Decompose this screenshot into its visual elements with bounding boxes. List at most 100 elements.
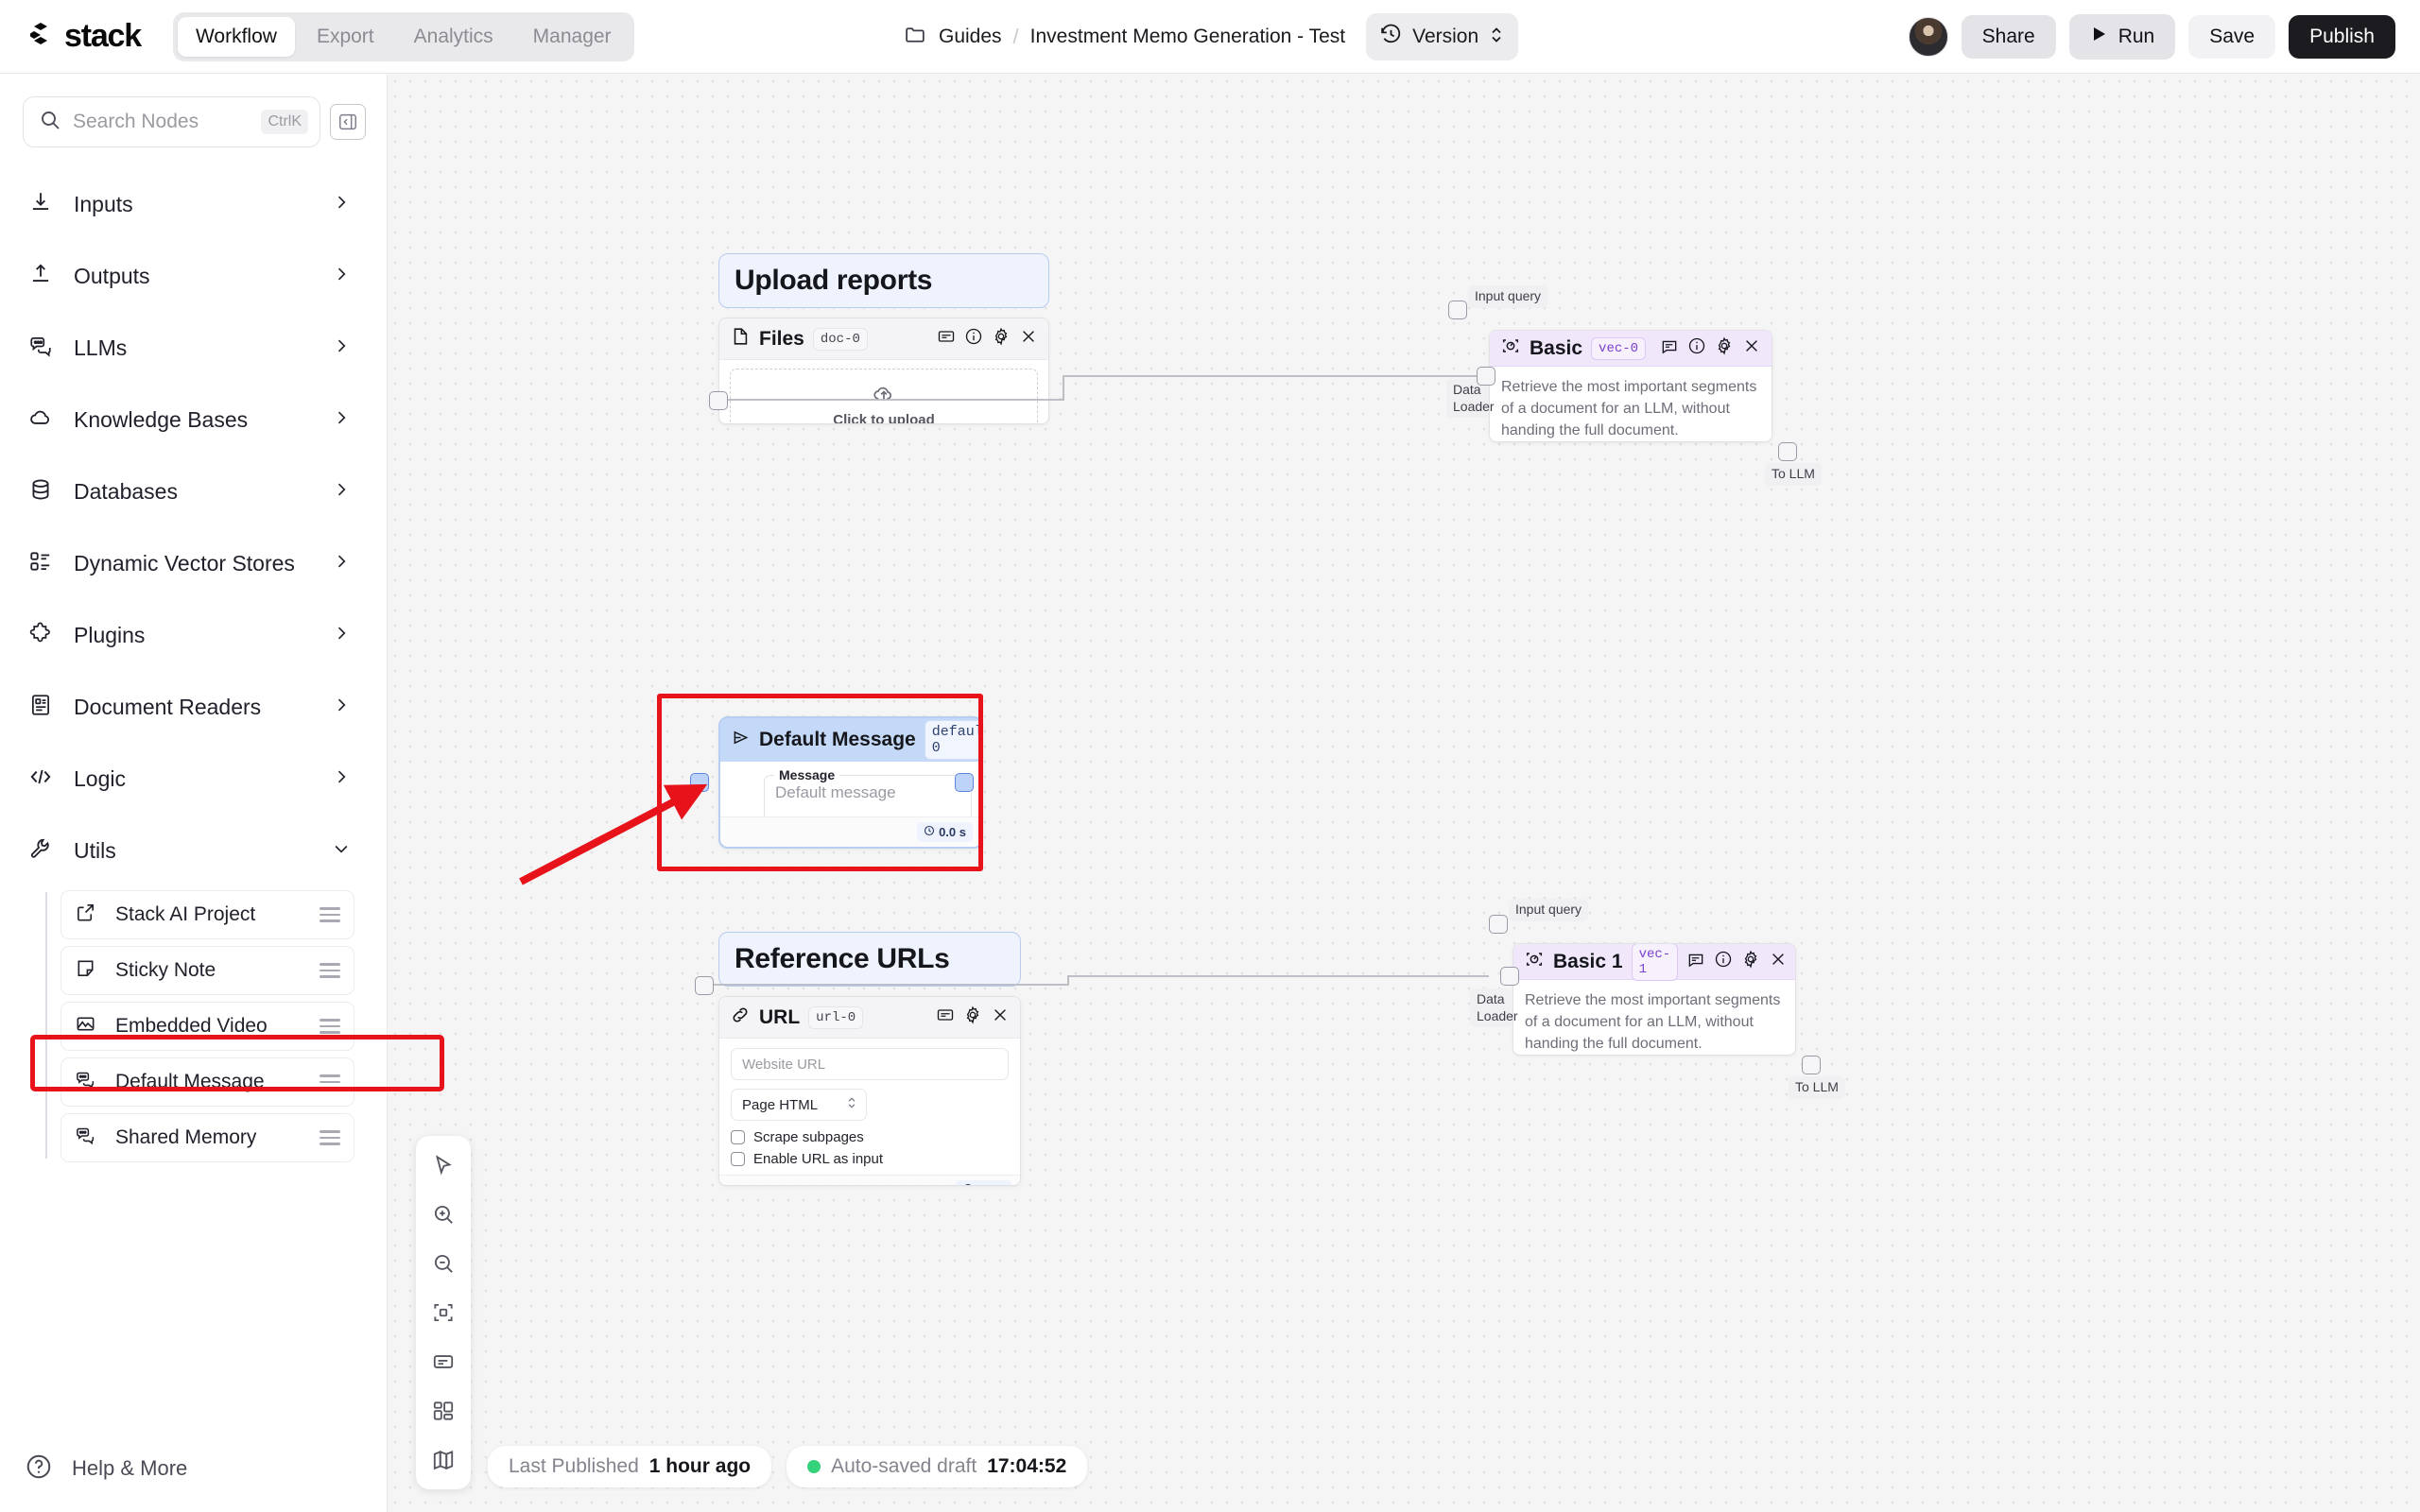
version-selector[interactable]: Version	[1366, 13, 1519, 60]
drag-handle-icon[interactable]	[320, 1130, 340, 1145]
edges-layer	[704, 375, 1489, 986]
autosave-label: Auto-saved draft	[831, 1455, 977, 1477]
breadcrumb-current[interactable]: Investment Memo Generation - Test	[1030, 26, 1345, 48]
port-files-output[interactable]	[709, 391, 728, 410]
node-item-embedded-video[interactable]: Embedded Video	[60, 1002, 354, 1051]
nav-tab-workflow[interactable]: Workflow	[177, 16, 295, 57]
breadcrumb-parent[interactable]: Guides	[939, 26, 1002, 48]
port-basic0-to-llm[interactable]	[1778, 442, 1797, 461]
sidebar-item-label: Dynamic Vector Stores	[74, 550, 295, 576]
node-item-label: Sticky Note	[115, 959, 216, 981]
sidebar-item-label: Plugins	[74, 622, 146, 647]
sidebar-search-row: Search Nodes CtrlK	[0, 74, 387, 147]
chevron-right-icon	[332, 193, 351, 216]
play-icon	[2090, 25, 2109, 49]
message-icon	[75, 1069, 96, 1095]
upload-icon	[28, 262, 53, 291]
document-icon	[28, 693, 53, 722]
sidebar-category-list: Inputs Outputs LLMs Knowledge Bases Data…	[0, 168, 387, 1162]
breadcrumb-separator: /	[1012, 25, 1019, 48]
node-item-stack-ai-project[interactable]: Stack AI Project	[60, 890, 354, 939]
port-label-data-loader-basic1: Data Loader	[1470, 988, 1518, 1027]
run-button-label: Run	[2118, 26, 2155, 47]
sidebar-item-plugins[interactable]: Plugins	[0, 599, 387, 671]
search-input[interactable]: Search Nodes CtrlK	[23, 96, 320, 147]
search-shortcut: CtrlK	[261, 110, 308, 134]
external-link-icon	[75, 902, 96, 928]
sidebar-item-logic[interactable]: Logic	[0, 743, 387, 815]
node-item-label: Default Message	[115, 1071, 265, 1092]
chevron-right-icon	[332, 408, 351, 432]
help-and-more-label: Help & More	[72, 1456, 188, 1480]
drag-handle-icon[interactable]	[320, 907, 340, 922]
port-basic0-data-loader[interactable]	[1477, 367, 1495, 386]
port-basic0-input-query[interactable]	[1448, 301, 1467, 319]
sidebar-item-outputs[interactable]: Outputs	[0, 240, 387, 312]
sidebar: Search Nodes CtrlK Inputs Outputs LLMs K…	[0, 74, 444, 1512]
version-label: Version	[1412, 26, 1479, 47]
autosave-time: 17:04:52	[987, 1455, 1067, 1477]
save-button[interactable]: Save	[2188, 15, 2276, 59]
sidebar-item-label: LLMs	[74, 335, 128, 360]
status-bar: Last Published 1 hour ago Auto-saved dra…	[488, 1446, 1088, 1487]
port-default-message-input[interactable]	[690, 773, 709, 792]
node-item-label: Stack AI Project	[115, 903, 256, 925]
workflow-canvas[interactable]: Upload reports Files doc-0 Click to uplo…	[388, 74, 2420, 1512]
port-basic1-data-loader[interactable]	[1500, 967, 1519, 986]
share-button[interactable]: Share	[1961, 15, 2056, 59]
share-button-label: Share	[1981, 26, 2035, 47]
sidebar-item-utils[interactable]: Utils	[0, 815, 387, 886]
last-published-value: 1 hour ago	[648, 1455, 752, 1477]
node-item-label: Shared Memory	[115, 1126, 257, 1148]
publish-button[interactable]: Publish	[2289, 15, 2395, 59]
code-icon	[28, 765, 53, 794]
chevron-right-icon	[332, 767, 351, 791]
question-circle-icon	[25, 1452, 53, 1486]
brand-logo[interactable]: stack	[26, 18, 142, 55]
sidebar-item-knowledge-bases[interactable]: Knowledge Bases	[0, 384, 387, 455]
drag-handle-icon[interactable]	[320, 1019, 340, 1034]
cloud-icon	[28, 405, 53, 435]
puzzle-icon	[28, 621, 53, 650]
node-item-sticky-note[interactable]: Sticky Note	[60, 946, 354, 995]
port-basic1-to-llm[interactable]	[1802, 1056, 1821, 1074]
up-down-chevron-icon	[1488, 25, 1505, 50]
nav-tab-analytics[interactable]: Analytics	[396, 17, 511, 57]
last-published-label: Last Published	[509, 1455, 639, 1477]
port-label-input-query-basic1: Input query	[1509, 899, 1589, 921]
panel-collapse-icon[interactable]	[330, 104, 366, 140]
chevron-right-icon	[332, 265, 351, 288]
breadcrumb: Guides / Investment Memo Generation - Te…	[904, 0, 1519, 74]
sidebar-item-llms[interactable]: LLMs	[0, 312, 387, 384]
sidebar-item-label: Inputs	[74, 191, 133, 216]
run-button[interactable]: Run	[2068, 14, 2176, 60]
avatar[interactable]	[1908, 17, 1948, 57]
node-item-shared-memory[interactable]: Shared Memory	[60, 1113, 354, 1162]
help-and-more-button[interactable]: Help & More	[0, 1425, 388, 1512]
sidebar-item-label: Knowledge Bases	[74, 406, 249, 432]
nav-tab-manager[interactable]: Manager	[515, 17, 630, 57]
sidebar-item-document-readers[interactable]: Document Readers	[0, 671, 387, 743]
image-icon	[75, 1013, 96, 1040]
message-icon	[75, 1125, 96, 1151]
port-default-message-output[interactable]	[955, 773, 974, 792]
sidebar-item-label: Utils	[74, 837, 116, 863]
save-button-label: Save	[2209, 26, 2256, 47]
sidebar-item-dynamic-vector-stores[interactable]: Dynamic Vector Stores	[0, 527, 387, 599]
topbar-actions: Share Run Save Publish	[1908, 0, 2395, 74]
wrench-icon	[28, 836, 53, 866]
node-item-default-message[interactable]: Default Message	[60, 1057, 354, 1107]
history-icon	[1379, 23, 1403, 51]
port-url-output[interactable]	[695, 976, 714, 995]
top-bar: stack Workflow Export Analytics Manager …	[0, 0, 2420, 74]
drag-handle-icon[interactable]	[320, 1074, 340, 1090]
port-basic1-input-query[interactable]	[1489, 915, 1508, 934]
drag-handle-icon[interactable]	[320, 963, 340, 978]
sidebar-item-databases[interactable]: Databases	[0, 455, 387, 527]
status-dot-icon	[807, 1460, 821, 1473]
port-label-to-llm-basic1: To LLM	[1789, 1076, 1845, 1099]
nav-tab-export[interactable]: Export	[299, 17, 392, 57]
sidebar-item-inputs[interactable]: Inputs	[0, 168, 387, 240]
node-item-label: Embedded Video	[115, 1015, 268, 1037]
database-icon	[28, 477, 53, 507]
